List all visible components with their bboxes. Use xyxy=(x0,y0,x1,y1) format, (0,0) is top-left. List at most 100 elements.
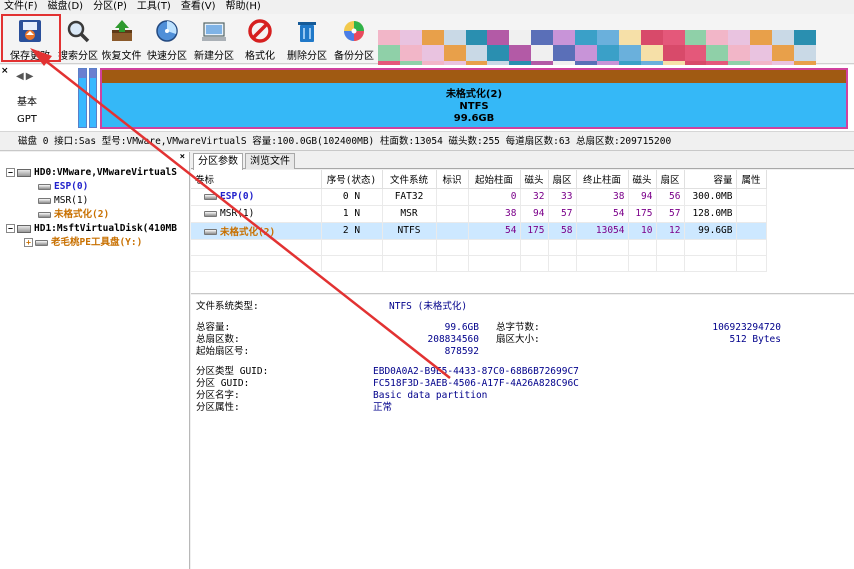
hard-disk-icon xyxy=(17,224,31,233)
total-size-value: 99.6GB xyxy=(444,322,479,333)
partition-icon xyxy=(204,193,217,200)
quick-partition-label: 快速分区 xyxy=(147,51,187,62)
tree-part-pe[interactable]: + 老毛桃PE工具盘(Y:) xyxy=(24,236,142,250)
expand-icon[interactable]: + xyxy=(24,238,33,247)
row-start-sec: 58 xyxy=(548,222,577,240)
restore-files-button[interactable]: 恢复文件 xyxy=(99,16,144,62)
total-size-label: 总容量: xyxy=(196,322,231,333)
part-name-value: Basic data partition xyxy=(373,390,488,401)
mosaic-tile xyxy=(684,30,707,46)
mosaic-tile xyxy=(575,45,597,61)
sector-size-label: 扇区大小: xyxy=(496,334,540,345)
msr-partition-segment[interactable] xyxy=(89,68,97,128)
part-attr-value: 正常 xyxy=(373,402,393,413)
col-end-cyl[interactable]: 终止柱面 xyxy=(576,170,629,189)
partition-icon xyxy=(35,239,48,246)
col-end-sec[interactable]: 扇区 xyxy=(656,170,685,189)
col-index[interactable]: 序号(状态) xyxy=(321,170,383,189)
menu-view[interactable]: 查看(V) xyxy=(177,0,222,14)
segment-partition-name: 未格式化(2) xyxy=(445,89,503,100)
row-attr xyxy=(736,188,767,206)
main-partition-segment[interactable]: 未格式化(2) NTFS 99.6GB xyxy=(100,68,848,129)
trash-can-icon xyxy=(298,22,316,42)
collapse-icon[interactable]: − xyxy=(6,168,15,177)
part-attr-label: 分区属性: xyxy=(196,402,240,413)
col-start-sec[interactable]: 扇区 xyxy=(548,170,577,189)
col-flag[interactable]: 标识 xyxy=(436,170,469,189)
collapse-icon[interactable]: − xyxy=(6,224,15,233)
disk-nav-arrows-icon[interactable]: ◀▶ xyxy=(16,71,35,82)
magnifier-icon xyxy=(67,20,90,43)
row-fs: FAT32 xyxy=(382,188,437,206)
start-sector-label: 起始扇区号: xyxy=(196,346,250,357)
row-end-cyl: 54 xyxy=(576,205,629,223)
disk-map: × ◀▶ 基本 GPT 未格式化(2) NTFS 99.6GB xyxy=(0,65,854,132)
backup-partition-button[interactable]: 备份分区 xyxy=(332,16,376,62)
quick-partition-button[interactable]: 快速分区 xyxy=(144,16,190,62)
menu-bar: 文件(F) 磁盘(D) 分区(P) 工具(T) 查看(V) 帮助(H) xyxy=(0,0,854,14)
mosaic-tile xyxy=(618,30,641,46)
mosaic-tile xyxy=(553,30,576,46)
tab-partition-params[interactable]: 分区参数 xyxy=(193,153,243,170)
row-fs: MSR xyxy=(382,205,437,223)
table-row[interactable]: ESP(0) 0 N FAT32 0 32 33 38 94 56 300.0M… xyxy=(191,188,767,206)
menu-disk[interactable]: 磁盘(D) xyxy=(44,0,90,14)
menu-tools[interactable]: 工具(T) xyxy=(133,0,177,14)
menu-help[interactable]: 帮助(H) xyxy=(222,0,267,14)
table-row-selected[interactable]: 未格式化(2) 2 N NTFS 54 175 58 13054 10 12 9… xyxy=(191,222,767,240)
col-label[interactable]: 卷标 xyxy=(191,170,322,189)
tree-part-msr[interactable]: MSR(1) xyxy=(38,194,88,208)
row-index: 2 N xyxy=(321,222,383,240)
row-start-cyl: 54 xyxy=(468,222,521,240)
tree-part-unformatted[interactable]: 未格式化(2) xyxy=(38,208,109,222)
col-fs[interactable]: 文件系统 xyxy=(382,170,437,189)
tree-close-icon[interactable]: × xyxy=(180,152,185,162)
esp-partition-segment[interactable] xyxy=(78,68,87,128)
mosaic-tile xyxy=(750,30,773,46)
col-size[interactable]: 容量 xyxy=(684,170,737,189)
partition-table: 卷标 序号(状态) 文件系统 标识 起始柱面 磁头 扇区 终止柱面 磁头 扇区 … xyxy=(191,170,767,272)
part-guid-value: FC518F3D-3AEB-4506-A17F-4A26A828C96C xyxy=(373,378,579,389)
row-start-cyl: 0 xyxy=(468,188,521,206)
sector-size-value: 512 Bytes xyxy=(729,334,781,345)
menu-file[interactable]: 文件(F) xyxy=(0,0,44,14)
delete-partition-button[interactable]: 删除分区 xyxy=(284,16,330,62)
new-partition-button[interactable]: 新建分区 xyxy=(190,16,238,62)
mosaic-tile xyxy=(772,30,795,46)
row-end-cyl: 38 xyxy=(576,188,629,206)
new-partition-icon xyxy=(202,22,226,41)
menu-partition[interactable]: 分区(P) xyxy=(89,0,133,14)
delete-partition-label: 删除分区 xyxy=(287,51,327,62)
mosaic-tile xyxy=(443,45,466,61)
row-end-cyl: 13054 xyxy=(576,222,629,240)
mosaic-tile xyxy=(465,30,488,46)
col-attr[interactable]: 属性 xyxy=(736,170,767,189)
tree-disk0[interactable]: − HD0:VMware,VMwareVirtualS xyxy=(6,166,177,180)
partition-table-area: 卷标 序号(状态) 文件系统 标识 起始柱面 磁头 扇区 终止柱面 磁头 扇区 … xyxy=(191,170,854,294)
save-changes-button[interactable]: 保存更改 xyxy=(3,16,57,62)
mosaic-tile xyxy=(421,45,444,61)
mosaic-tile xyxy=(443,30,466,46)
type-guid-value: EBD0A0A2-B9E5-4433-87C0-68B6B72699C7 xyxy=(373,366,579,377)
mosaic-tile xyxy=(684,45,707,61)
quick-partition-icon xyxy=(156,20,178,42)
col-end-head[interactable]: 磁头 xyxy=(628,170,657,189)
close-icon[interactable]: × xyxy=(1,66,9,76)
col-start-cyl[interactable]: 起始柱面 xyxy=(468,170,521,189)
row-attr xyxy=(736,205,767,223)
search-partition-button[interactable]: 搜索分区 xyxy=(57,16,99,62)
row-flag xyxy=(436,205,469,223)
col-start-head[interactable]: 磁头 xyxy=(520,170,549,189)
table-row[interactable]: MSR(1) 1 N MSR 38 94 57 54 175 57 128.0M… xyxy=(191,205,767,223)
disk-kind: 基本 xyxy=(17,97,37,108)
mosaic-tile xyxy=(487,45,510,61)
row-index: 0 N xyxy=(321,188,383,206)
format-button[interactable]: 格式化 xyxy=(240,16,280,62)
row-index: 1 N xyxy=(321,205,383,223)
tree-disk1[interactable]: − HD1:MsftVirtualDisk(410MB xyxy=(6,222,177,236)
mosaic-tile xyxy=(553,45,576,61)
tree-part-esp[interactable]: ESP(0) xyxy=(38,180,88,194)
toolbar: 保存更改 搜索分区 恢复文件 快速分区 新建分区 格式化 删除分区 备份分区 xyxy=(0,14,854,76)
tab-browse-files[interactable]: 浏览文件 xyxy=(245,153,295,169)
new-partition-label: 新建分区 xyxy=(194,51,234,62)
